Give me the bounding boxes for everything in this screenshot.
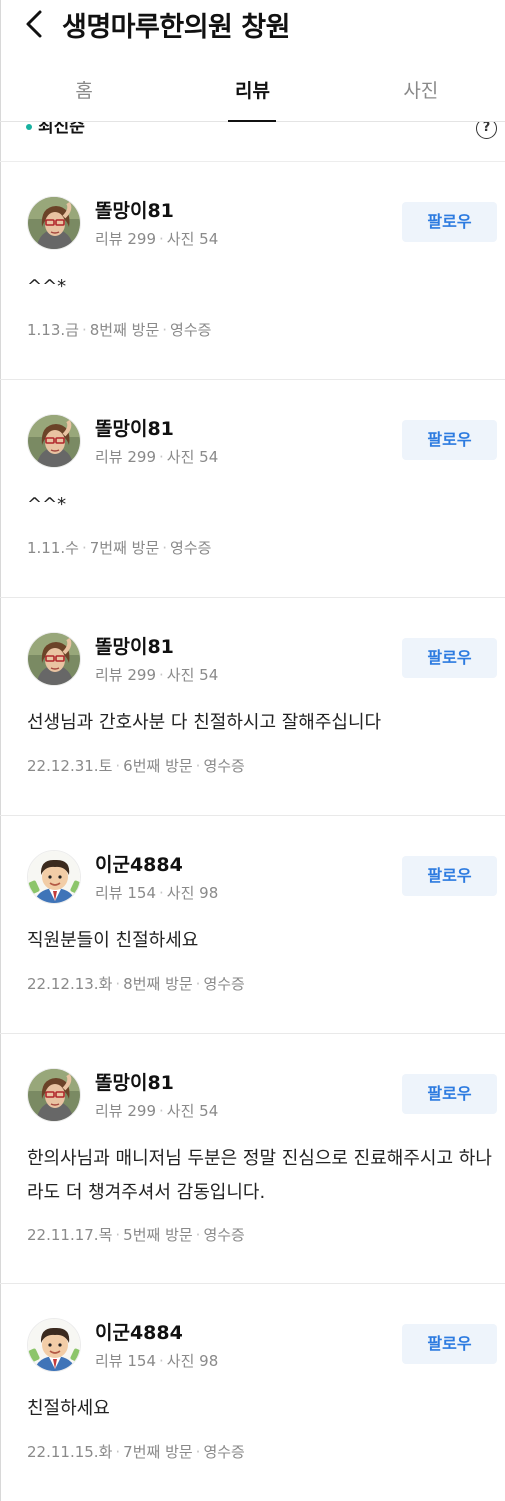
reviewer-nickname[interactable]: 이군4884: [95, 850, 183, 877]
follow-button[interactable]: 팔로우: [402, 856, 497, 896]
reviewer-nickname[interactable]: 똘망이81: [95, 196, 174, 223]
sort-dot-icon: [26, 124, 32, 130]
review-list: 똘망이81 리뷰 299 · 사진 54 팔로우 ^^* 1.13.금 · 8번째 방문…: [0, 162, 505, 1501]
review-footer: 1.13.금 · 8번째 방문 · 영수증: [27, 321, 212, 339]
visit-count: 8번째 방문: [89, 321, 160, 339]
tab-photos[interactable]: 사진: [337, 62, 505, 121]
tab-reviews[interactable]: 리뷰: [168, 62, 336, 122]
tab-bar: 홈 리뷰 사진: [0, 62, 505, 122]
reviewer-nickname[interactable]: 똘망이81: [95, 632, 174, 659]
reviewer-stats: 리뷰 299 · 사진 54: [95, 230, 219, 248]
review-count: 리뷰 154: [95, 1352, 156, 1370]
review-item: 똘망이81 리뷰 299 · 사진 54 팔로우 ^^* 1.11.수 · 7번째 방문…: [0, 380, 505, 598]
review-item: 똘망이81 리뷰 299 · 사진 54 팔로우 한의사님과 매니저님 두분은 정말…: [0, 1034, 505, 1284]
review-count: 리뷰 299: [95, 1102, 156, 1120]
review-footer: 22.11.15.화 · 7번째 방문 · 영수증: [27, 1443, 245, 1461]
visit-date: 22.11.15.화: [27, 1443, 113, 1461]
review-footer: 22.11.17.목 · 5번째 방문 · 영수증: [27, 1226, 245, 1244]
reviewer-stats: 리뷰 154 · 사진 98: [95, 1352, 219, 1370]
visit-count: 6번째 방문: [123, 757, 193, 775]
review-text: 직원분들이 친절하세요: [27, 930, 199, 951]
review-footer: 22.12.13.화 · 8번째 방문 · 영수증: [27, 975, 245, 993]
follow-button[interactable]: 팔로우: [402, 1074, 497, 1114]
chevron-left-icon: [26, 10, 42, 38]
sort-bar: 최신순 ?: [0, 122, 505, 162]
receipt-badge: 영수증: [203, 1226, 245, 1244]
avatar[interactable]: [27, 1318, 81, 1372]
review-text: 한의사님과 매니저님 두분은 정말 진심으로 진료해주시고 하나라도 더 챙겨주…: [27, 1148, 492, 1203]
visit-date: 22.11.17.목: [27, 1226, 113, 1244]
review-item: 똘망이81 리뷰 299 · 사진 54 팔로우 ^^* 1.13.금 · 8번째 방문…: [0, 162, 505, 380]
sort-latest-button[interactable]: 최신순: [38, 122, 85, 137]
avatar[interactable]: [27, 414, 81, 468]
reviewer-nickname[interactable]: 이군4884: [95, 1318, 183, 1345]
review-item: 이군4884 리뷰 154 · 사진 98 팔로우 친절하세요 22.11.15.화…: [0, 1284, 505, 1501]
review-footer: 22.12.31.토 · 6번째 방문 · 영수증: [27, 757, 245, 775]
review-text: ^^*: [27, 494, 67, 515]
reviewer-nickname[interactable]: 똘망이81: [95, 1068, 174, 1095]
back-button[interactable]: [18, 6, 54, 42]
photo-count: 사진 54: [166, 666, 219, 684]
reviewer-stats: 리뷰 299 · 사진 54: [95, 666, 219, 684]
avatar[interactable]: [27, 196, 81, 250]
visit-count: 8번째 방문: [123, 975, 193, 993]
review-text: 친절하세요: [27, 1398, 110, 1419]
review-count: 리뷰 299: [95, 666, 156, 684]
reviewer-stats: 리뷰 154 · 사진 98: [95, 884, 219, 902]
review-count: 리뷰 299: [95, 448, 156, 466]
visit-count: 7번째 방문: [123, 1443, 193, 1461]
reviewer-nickname[interactable]: 똘망이81: [95, 414, 174, 441]
photo-count: 사진 54: [166, 448, 219, 466]
review-count: 리뷰 299: [95, 230, 156, 248]
photo-count: 사진 54: [166, 1102, 219, 1120]
avatar[interactable]: [27, 850, 81, 904]
receipt-badge: 영수증: [170, 539, 212, 557]
visit-date: 22.12.13.화: [27, 975, 113, 993]
photo-count: 사진 98: [166, 1352, 219, 1370]
header: 생명마루한의원 창원: [0, 0, 505, 50]
follow-button[interactable]: 팔로우: [402, 1324, 497, 1364]
tab-home[interactable]: 홈: [0, 62, 168, 121]
photo-count: 사진 54: [166, 230, 219, 248]
visit-count: 7번째 방문: [89, 539, 160, 557]
avatar[interactable]: [27, 632, 81, 686]
receipt-badge: 영수증: [170, 321, 212, 339]
visit-date: 1.13.금: [27, 321, 79, 339]
photo-count: 사진 98: [166, 884, 219, 902]
visit-count: 5번째 방문: [123, 1226, 193, 1244]
question-circle-icon[interactable]: ?: [476, 122, 497, 139]
reviewer-stats: 리뷰 299 · 사진 54: [95, 1102, 219, 1120]
receipt-badge: 영수증: [203, 1443, 245, 1461]
review-text: 선생님과 간호사분 다 친절하시고 잘해주십니다: [27, 712, 382, 733]
review-count: 리뷰 154: [95, 884, 156, 902]
review-footer: 1.11.수 · 7번째 방문 · 영수증: [27, 539, 212, 557]
review-item: 똘망이81 리뷰 299 · 사진 54 팔로우 선생님과 간호사분 다 친절하시고…: [0, 598, 505, 816]
review-text: ^^*: [27, 276, 67, 297]
follow-button[interactable]: 팔로우: [402, 202, 497, 242]
follow-button[interactable]: 팔로우: [402, 638, 497, 678]
reviewer-stats: 리뷰 299 · 사진 54: [95, 448, 219, 466]
page-title: 생명마루한의원 창원: [62, 12, 290, 43]
follow-button[interactable]: 팔로우: [402, 420, 497, 460]
avatar[interactable]: [27, 1068, 81, 1122]
visit-date: 22.12.31.토: [27, 757, 113, 775]
visit-date: 1.11.수: [27, 539, 79, 557]
review-item: 이군4884 리뷰 154 · 사진 98 팔로우 직원분들이 친절하세요 22.1…: [0, 816, 505, 1034]
receipt-badge: 영수증: [203, 975, 245, 993]
receipt-badge: 영수증: [203, 757, 245, 775]
